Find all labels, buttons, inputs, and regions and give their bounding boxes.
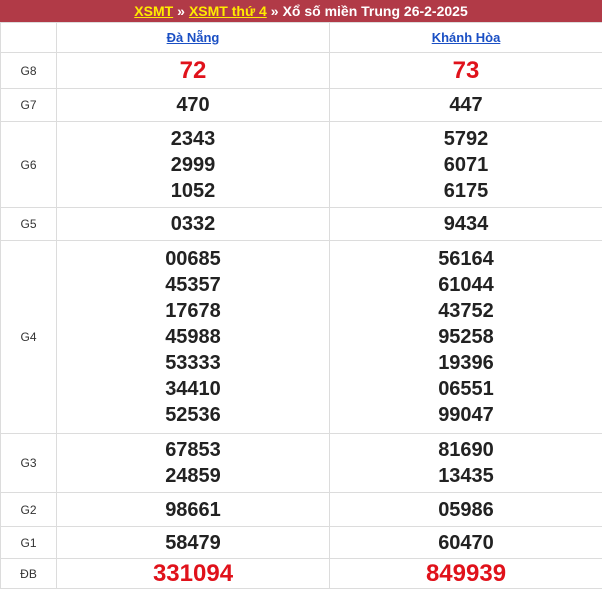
table-row: ĐB 331094 849939 — [0, 558, 602, 589]
breadcrumb-link-xsmt[interactable]: XSMT — [134, 3, 173, 19]
prize-cell: 81690 13435 — [329, 433, 602, 493]
prize-cell: 849939 — [329, 558, 602, 589]
table-row: G8 72 73 — [0, 52, 602, 89]
prize-number: 95258 — [438, 326, 494, 348]
province-link-da-nang[interactable]: Đà Nẵng — [167, 30, 220, 45]
prize-number: 0332 — [170, 213, 216, 235]
prize-label: G1 — [0, 526, 57, 559]
table-row: G4 00685 45357 17678 45988 53333 34410 52536 561… — [0, 240, 602, 434]
prize-cell: 58479 — [56, 526, 330, 559]
prize-number: 60470 — [438, 531, 494, 554]
prize-cell: 56164 61044 43752 95258 19396 06551 99047 — [329, 240, 602, 434]
prize-cell: 60470 — [329, 526, 602, 559]
prize-number: 13435 — [438, 465, 494, 487]
table-row: G6 2343 2999 1052 5792 6071 6175 — [0, 121, 602, 208]
prize-cell: 0332 — [56, 207, 330, 241]
prize-cell: 05986 — [329, 492, 602, 527]
prize-number: 6071 — [443, 153, 489, 176]
prize-label: G8 — [0, 52, 57, 89]
table-row: G2 98661 05986 — [0, 492, 602, 527]
table-row: G3 67853 24859 81690 13435 — [0, 433, 602, 493]
prize-cell: 447 — [329, 88, 602, 122]
prize-number: 72 — [179, 56, 207, 84]
prize-number: 81690 — [438, 439, 494, 461]
prize-number: 00685 — [165, 248, 221, 270]
prize-cell: 331094 — [56, 558, 330, 589]
prize-number: 99047 — [438, 404, 494, 426]
prize-number: 73 — [452, 56, 480, 84]
prize-number: 34410 — [165, 378, 221, 400]
prize-number: 331094 — [152, 559, 234, 587]
breadcrumb-separator: » — [177, 3, 185, 19]
prize-label: G7 — [0, 88, 57, 122]
prize-cell: 2343 2999 1052 — [56, 121, 330, 208]
prize-number: 6175 — [443, 179, 489, 202]
prize-cell: 73 — [329, 52, 602, 89]
prize-cell: 67853 24859 — [56, 433, 330, 493]
header-empty-cell — [0, 22, 57, 53]
table-row: G1 58479 60470 — [0, 526, 602, 559]
prize-number: 447 — [449, 94, 483, 116]
prize-cell: 72 — [56, 52, 330, 89]
prize-number: 56164 — [438, 248, 494, 270]
prize-number: 45988 — [165, 326, 221, 348]
table-header-row: Đà Nẵng Khánh Hòa — [0, 22, 602, 53]
prize-cell: 98661 — [56, 492, 330, 527]
results-page: XSMT » XSMT thứ 4 » Xổ số miền Trung 26-… — [0, 0, 602, 592]
table-row: G5 0332 9434 — [0, 207, 602, 241]
prize-number: 24859 — [165, 465, 221, 487]
prize-label: G2 — [0, 492, 57, 527]
prize-number: 61044 — [438, 274, 494, 296]
prize-number: 58479 — [165, 531, 221, 554]
prize-number: 5792 — [443, 127, 489, 150]
prize-label: G6 — [0, 121, 57, 208]
prize-number: 9434 — [443, 213, 489, 235]
prize-number: 17678 — [165, 300, 221, 322]
prize-label: G4 — [0, 240, 57, 434]
prize-cell: 9434 — [329, 207, 602, 241]
prize-number: 849939 — [425, 559, 507, 587]
prize-number: 53333 — [165, 352, 221, 374]
header-province: Đà Nẵng — [56, 22, 330, 53]
prize-number: 470 — [176, 94, 210, 116]
prize-number: 2999 — [170, 153, 216, 176]
prize-label: G3 — [0, 433, 57, 493]
prize-number: 06551 — [438, 378, 494, 400]
prize-number: 67853 — [165, 439, 221, 461]
prize-cell: 5792 6071 6175 — [329, 121, 602, 208]
header-province: Khánh Hòa — [329, 22, 602, 53]
prize-label: ĐB — [0, 558, 57, 589]
prize-number: 45357 — [165, 274, 221, 296]
table-row: G7 470 447 — [0, 88, 602, 122]
results-body: G8 72 73 G7 470 447 G6 2343 2999 1052 5792 6071 6175… — [0, 52, 602, 589]
prize-number: 52536 — [165, 404, 221, 426]
page-title: Xổ số miền Trung 26-2-2025 — [282, 3, 468, 19]
prize-cell: 470 — [56, 88, 330, 122]
prize-number: 98661 — [165, 498, 221, 521]
province-link-khanh-hoa[interactable]: Khánh Hòa — [432, 30, 501, 45]
prize-number: 43752 — [438, 300, 494, 322]
breadcrumb-bar: XSMT » XSMT thứ 4 » Xổ số miền Trung 26-… — [0, 0, 602, 22]
results-table: Đà Nẵng Khánh Hòa G8 72 73 G7 470 447 G6 2343 29… — [0, 22, 602, 589]
breadcrumb-link-xsmt-thu4[interactable]: XSMT thứ 4 — [189, 3, 267, 19]
prize-number: 2343 — [170, 127, 216, 150]
prize-cell: 00685 45357 17678 45988 53333 34410 52536 — [56, 240, 330, 434]
breadcrumb-separator: » — [270, 3, 279, 19]
prize-label: G5 — [0, 207, 57, 241]
prize-number: 19396 — [438, 352, 494, 374]
prize-number: 1052 — [170, 179, 216, 202]
prize-number: 05986 — [438, 498, 494, 521]
